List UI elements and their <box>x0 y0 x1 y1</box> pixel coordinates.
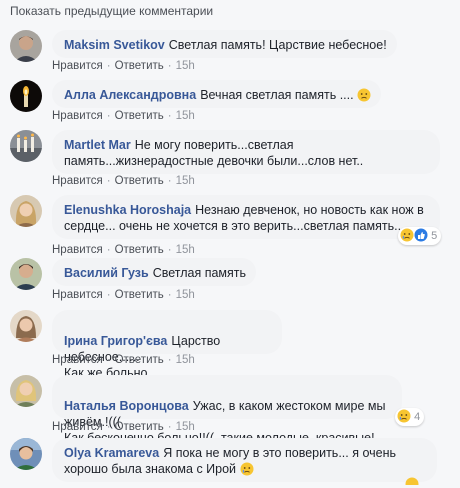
like-link[interactable]: Нравится <box>52 421 103 433</box>
sad-face-icon <box>240 462 254 480</box>
comment-bubble: Elenushka Horoshaja Незнаю девченок, но н… <box>52 195 440 239</box>
separator: · <box>106 60 111 72</box>
avatar[interactable] <box>10 30 42 62</box>
comment-timestamp[interactable]: 15h <box>176 60 195 72</box>
comment-timestamp[interactable]: 15h <box>176 421 195 433</box>
comment-actions: Нравится · Ответить · 15h <box>52 244 195 256</box>
separator: · <box>167 421 172 433</box>
separator: · <box>106 421 111 433</box>
comment-item: Ірина Григор'єва Царство небесное...... К… <box>10 310 455 396</box>
comment-bubble: Наталья Воронцова Ужас, в каком жестоком … <box>52 375 402 445</box>
avatar[interactable] <box>10 375 42 407</box>
reply-link[interactable]: Ответить <box>115 289 164 301</box>
comment-bubble: Василий Гузь Светлая память <box>52 258 257 286</box>
sad-reaction-icon <box>400 228 414 242</box>
comment-item: Maksim Svetikov Светлая память! Царствие … <box>10 30 455 78</box>
separator: · <box>167 110 172 122</box>
comment-timestamp[interactable]: 15h <box>176 175 195 187</box>
comment-actions: Нравится · Ответить · 15h <box>52 354 195 366</box>
reply-link[interactable]: Ответить <box>115 244 164 256</box>
avatar[interactable] <box>10 258 42 290</box>
avatar[interactable] <box>10 438 42 470</box>
comment-text: Вечная светлая память .... <box>200 88 354 102</box>
comment-text: Светлая память! Царствие небесное! <box>168 38 387 52</box>
comment-item: Василий Гузь Светлая память Нравится · Отве… <box>10 258 455 306</box>
comment-timestamp[interactable]: 15h <box>176 110 195 122</box>
comment-author[interactable]: Наталья Воронцова <box>64 399 189 413</box>
show-previous-comments-link[interactable]: Показать предыдущие комментарии <box>10 4 213 18</box>
avatar[interactable] <box>10 80 42 112</box>
sad-reaction-icon <box>397 409 411 423</box>
separator: · <box>167 60 172 72</box>
reply-link[interactable]: Ответить <box>115 421 164 433</box>
reactions-summary[interactable]: 5 <box>398 227 442 245</box>
like-link[interactable]: Нравится <box>52 244 103 256</box>
separator: · <box>106 175 111 187</box>
separator: · <box>106 244 111 256</box>
comment-author[interactable]: Ірина Григор'єва <box>64 334 167 348</box>
sad-reaction-icon[interactable] <box>405 474 419 488</box>
like-link[interactable]: Нравится <box>52 289 103 301</box>
reply-link[interactable]: Ответить <box>115 60 164 72</box>
comment-author[interactable]: Maksim Svetikov <box>64 38 165 52</box>
comment-actions: Нравится · Ответить · 15h <box>52 421 195 433</box>
comment-item: Алла Александровна Вечная светлая память … <box>10 80 455 128</box>
comment-bubble: Maksim Svetikov Светлая память! Царствие … <box>52 30 397 58</box>
like-link[interactable]: Нравится <box>52 110 103 122</box>
comment-item: Olya Kramareva Я пока не могу в это повер… <box>10 438 455 488</box>
separator: · <box>167 354 172 366</box>
comment-bubble: Olya Kramareva Я пока не могу в это повер… <box>52 438 437 482</box>
comment-actions: Нравится · Ответить · 15h <box>52 289 195 301</box>
reply-link[interactable]: Ответить <box>115 110 164 122</box>
avatar[interactable] <box>10 130 42 162</box>
reply-link[interactable]: Ответить <box>115 175 164 187</box>
comment-actions: Нравится · Ответить · 15h <box>52 175 195 187</box>
comment-author[interactable]: Василий Гузь <box>64 266 149 280</box>
comment-item: Elenushka Horoshaja Незнаю девченок, но н… <box>10 195 455 257</box>
avatar[interactable] <box>10 310 42 342</box>
separator: · <box>106 289 111 301</box>
like-link[interactable]: Нравится <box>52 354 103 366</box>
separator: · <box>167 175 172 187</box>
reaction-count: 5 <box>431 230 438 242</box>
separator: · <box>167 289 172 301</box>
reaction-count: 4 <box>414 411 421 423</box>
comment-item: Martlet Mar Не могу поверить...светлая па… <box>10 130 455 190</box>
comment-actions: Нравится · Ответить · 15h <box>52 60 195 72</box>
separator: · <box>106 354 111 366</box>
comment-author[interactable]: Olya Kramareva <box>64 446 159 460</box>
comment-bubble: Алла Александровна Вечная светлая память … <box>52 80 382 108</box>
reactions-summary[interactable]: 4 <box>395 408 425 426</box>
reply-link[interactable]: Ответить <box>115 354 164 366</box>
comment-bubble: Ірина Григор'єва Царство небесное...... К… <box>52 310 282 396</box>
like-link[interactable]: Нравится <box>52 175 103 187</box>
comment-item: Наталья Воронцова Ужас, в каком жестоком … <box>10 375 455 445</box>
like-link[interactable]: Нравится <box>52 60 103 72</box>
avatar[interactable] <box>10 195 42 227</box>
like-reaction-icon <box>414 228 428 242</box>
comment-author[interactable]: Elenushka Horoshaja <box>64 203 191 217</box>
separator: · <box>106 110 111 122</box>
comment-timestamp[interactable]: 15h <box>176 289 195 301</box>
comment-timestamp[interactable]: 15h <box>176 244 195 256</box>
sad-face-icon <box>357 88 371 106</box>
comment-bubble: Martlet Mar Не могу поверить...светлая па… <box>52 130 440 174</box>
comment-timestamp[interactable]: 15h <box>176 354 195 366</box>
separator: · <box>167 244 172 256</box>
comment-author[interactable]: Martlet Mar <box>64 138 131 152</box>
comment-author[interactable]: Алла Александровна <box>64 88 196 102</box>
comment-actions: Нравится · Ответить · 15h <box>52 110 195 122</box>
comment-text: Светлая память <box>152 266 247 280</box>
